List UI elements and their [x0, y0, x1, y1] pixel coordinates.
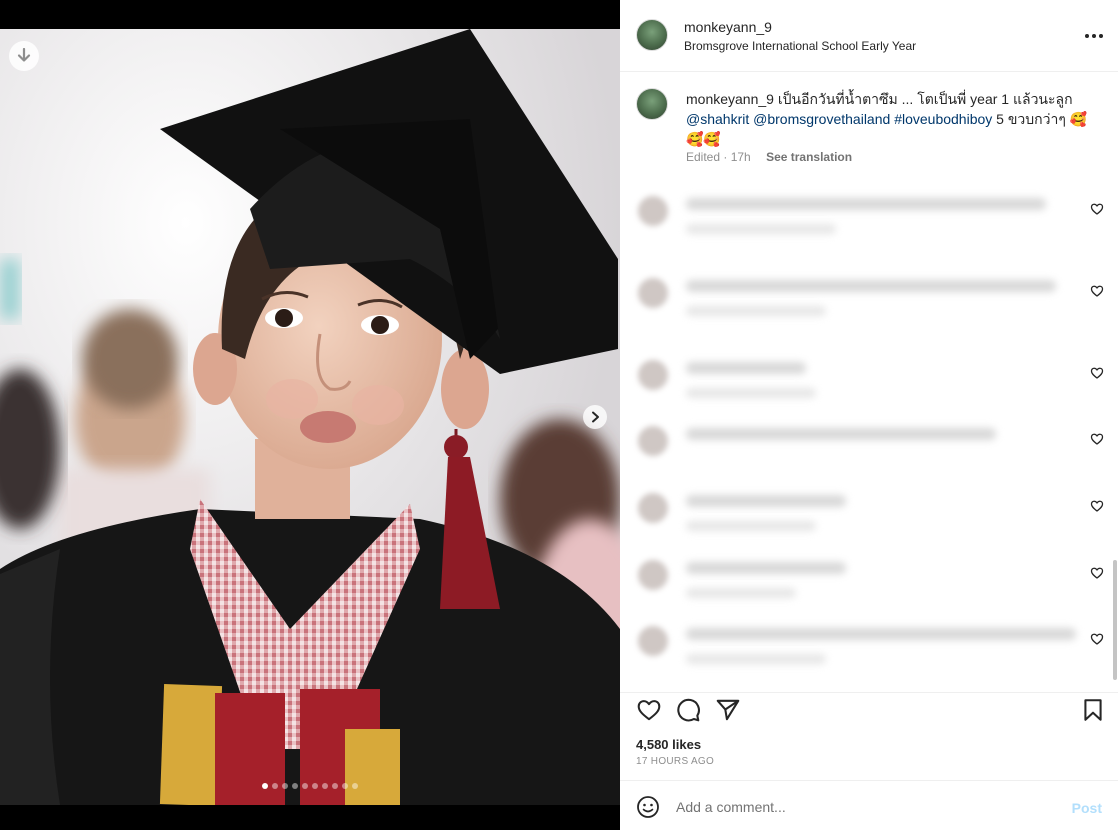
mention-shahkrit[interactable]: @shahkrit — [686, 111, 749, 127]
carousel-dot — [352, 783, 358, 789]
commenter-avatar[interactable] — [638, 278, 668, 308]
post-location[interactable]: Bromsgrove International School Early Ye… — [684, 39, 916, 53]
comment-text-blurred — [686, 362, 806, 374]
comment-row[interactable] — [620, 352, 1118, 412]
commenter-avatar[interactable] — [638, 626, 668, 656]
carousel-dot — [272, 783, 278, 789]
comment-meta-blurred — [686, 388, 816, 398]
author-avatar[interactable] — [636, 19, 668, 51]
carousel-dot — [332, 783, 338, 789]
comment-text-blurred — [686, 628, 1076, 640]
caption-body: เป็นอีกวันที่น้ำตาซึม ... โตเป็นพี่ year… — [777, 91, 1073, 107]
comment-meta-blurred — [686, 224, 836, 234]
comment-row[interactable] — [620, 418, 1118, 478]
post-time[interactable]: 17 HOURS AGO — [636, 756, 714, 767]
post-photo[interactable] — [0, 29, 620, 805]
carousel-dot — [282, 783, 288, 789]
comment-like-icon[interactable] — [1090, 202, 1104, 216]
carousel-next-button[interactable] — [583, 405, 607, 429]
caption-username[interactable]: monkeyann_9 — [686, 91, 774, 107]
more-options-button[interactable] — [1082, 26, 1106, 46]
bookmark-icon — [1084, 699, 1102, 721]
comment-like-icon[interactable] — [1090, 366, 1104, 380]
add-comment-bar: Post — [620, 780, 1118, 830]
comment-text-blurred — [686, 428, 996, 440]
carousel-dot — [342, 783, 348, 789]
emoji-icon — [637, 796, 659, 818]
post-caption: monkeyann_9 เป็นอีกวันที่น้ำตาซึม ... โต… — [620, 72, 1118, 172]
commenter-avatar[interactable] — [638, 196, 668, 226]
post-actions — [620, 692, 1118, 732]
comment-text-blurred — [686, 495, 846, 507]
hashtag-loveubodhiboy[interactable]: #loveubodhiboy — [894, 111, 992, 127]
chevron-right-icon — [592, 411, 599, 423]
comment-meta-blurred — [686, 654, 826, 664]
commenter-avatar[interactable] — [638, 560, 668, 590]
emoji-button[interactable] — [636, 795, 660, 819]
comment-row[interactable] — [620, 485, 1118, 545]
caption-meta: Edited · 17h See translation — [686, 150, 852, 164]
caption-text: monkeyann_9 เป็นอีกวันที่น้ำตาซึม ... โต… — [686, 89, 1096, 149]
comment-text-blurred — [686, 198, 1046, 210]
comment-text-blurred — [686, 280, 1056, 292]
comment-row[interactable] — [620, 188, 1118, 248]
comment-meta-blurred — [686, 521, 816, 531]
carousel-dot — [312, 783, 318, 789]
comment-like-icon[interactable] — [1090, 566, 1104, 580]
carousel-dot — [262, 783, 268, 789]
comment-text-blurred — [686, 562, 846, 574]
comment-icon — [677, 698, 700, 722]
see-translation-link[interactable]: See translation — [766, 150, 852, 164]
like-button[interactable] — [636, 697, 662, 723]
download-icon — [17, 48, 31, 62]
post-header: monkeyann_9 Bromsgrove International Sch… — [620, 0, 1118, 72]
photo-pane — [0, 0, 620, 830]
download-button[interactable] — [9, 41, 39, 71]
smiling-face-hearts-icon: 🥰 — [1069, 111, 1088, 127]
likes-count[interactable]: 4,580 likes — [636, 737, 701, 752]
comment-meta-blurred — [686, 588, 796, 598]
caption-avatar[interactable] — [636, 88, 668, 120]
comment-button[interactable] — [675, 697, 701, 723]
comment-input[interactable] — [676, 793, 1046, 821]
comments-scrollbar[interactable] — [1112, 180, 1118, 690]
more-horizontal-icon — [1085, 34, 1089, 38]
author-username[interactable]: monkeyann_9 — [684, 19, 772, 35]
send-icon — [716, 699, 740, 721]
comments-list[interactable] — [620, 180, 1118, 692]
heart-icon — [637, 700, 661, 721]
caption-body-2: 5 ขวบกว่าๆ — [996, 111, 1066, 127]
comment-like-icon[interactable] — [1090, 632, 1104, 646]
mention-bromsgrovethailand[interactable]: @bromsgrovethailand — [753, 111, 890, 127]
post-comment-button[interactable]: Post — [1072, 800, 1102, 816]
comment-like-icon[interactable] — [1090, 432, 1104, 446]
carousel-dot — [302, 783, 308, 789]
graduation-photo — [0, 29, 620, 805]
comment-meta-blurred — [686, 306, 826, 316]
comment-like-icon[interactable] — [1090, 499, 1104, 513]
smiling-face-hearts-icons: 🥰🥰 — [686, 131, 721, 147]
save-button[interactable] — [1080, 697, 1106, 723]
commenter-avatar[interactable] — [638, 426, 668, 456]
comment-row[interactable] — [620, 618, 1118, 678]
comment-row[interactable] — [620, 552, 1118, 612]
carousel-dot — [292, 783, 298, 789]
share-button[interactable] — [715, 697, 741, 723]
post-detail-panel: monkeyann_9 Bromsgrove International Sch… — [620, 0, 1118, 830]
comment-row[interactable] — [620, 270, 1118, 330]
carousel-indicator — [0, 783, 620, 789]
commenter-avatar[interactable] — [638, 493, 668, 523]
commenter-avatar[interactable] — [638, 360, 668, 390]
edited-timestamp: Edited · 17h — [686, 150, 751, 164]
carousel-dot — [322, 783, 328, 789]
comment-like-icon[interactable] — [1090, 284, 1104, 298]
